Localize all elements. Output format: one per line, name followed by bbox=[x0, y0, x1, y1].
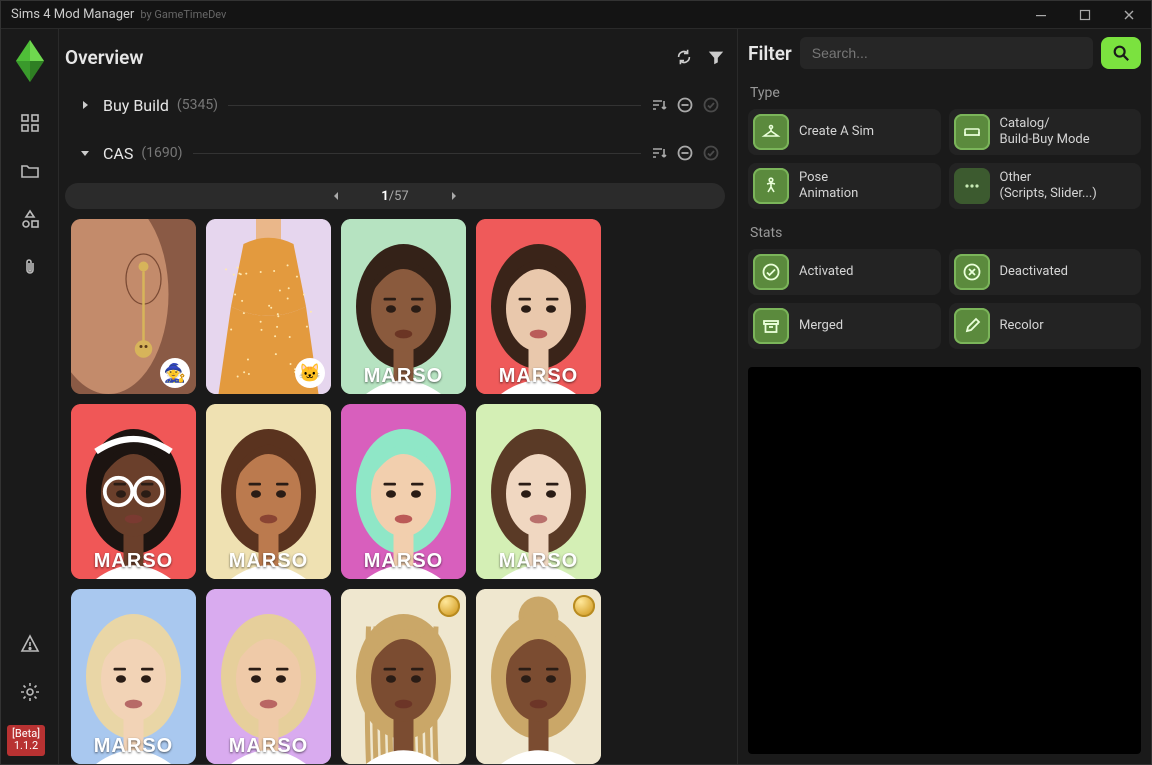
card-brand-label: MARSO bbox=[341, 365, 466, 388]
mod-card[interactable]: MARSO bbox=[476, 219, 601, 394]
titlebar: Sims 4 Mod Manager by GameTimeDev bbox=[1, 1, 1151, 29]
pager: 1/57 bbox=[65, 183, 725, 209]
mod-card[interactable]: MARSO bbox=[341, 219, 466, 394]
chevron-right-icon bbox=[79, 99, 93, 111]
filter-stats-activated[interactable]: Activated bbox=[748, 249, 941, 295]
mod-grid-scroll[interactable]: 🧙 🐱 MARSO bbox=[65, 219, 725, 764]
section-buy-build[interactable]: Buy Build (5345) bbox=[65, 85, 725, 125]
mod-card[interactable]: MARSO bbox=[341, 404, 466, 579]
mod-card[interactable] bbox=[341, 589, 466, 764]
chip-label: Other(Scripts, Slider...) bbox=[1000, 170, 1097, 201]
check-circle-icon[interactable] bbox=[703, 97, 719, 113]
check-icon bbox=[753, 254, 789, 290]
more-icon bbox=[954, 168, 990, 204]
coin-badge-icon bbox=[573, 595, 595, 617]
sort-icon[interactable] bbox=[651, 145, 667, 161]
chip-label: Activated bbox=[799, 264, 853, 280]
sidebar-folder[interactable] bbox=[10, 151, 50, 191]
mod-card[interactable]: MARSO bbox=[206, 589, 331, 764]
app-title: Sims 4 Mod Manager bbox=[11, 7, 134, 22]
search-input[interactable] bbox=[800, 37, 1093, 69]
chip-label: Create A Sim bbox=[799, 124, 874, 140]
x-circle-icon bbox=[954, 254, 990, 290]
filter-panel: Filter Type Create A Sim Catalog/Build-B… bbox=[737, 29, 1151, 764]
brush-icon bbox=[954, 308, 990, 344]
collapse-icon[interactable] bbox=[677, 145, 693, 161]
page-title: Overview bbox=[65, 46, 143, 69]
sticker-icon: 🧙 bbox=[160, 358, 190, 388]
main-header: Overview bbox=[65, 37, 725, 77]
filter-stats-merged[interactable]: Merged bbox=[748, 303, 941, 349]
mod-card[interactable]: MARSO bbox=[476, 404, 601, 579]
card-brand-label: MARSO bbox=[476, 365, 601, 388]
section-count: (1690) bbox=[141, 145, 182, 161]
archive-icon bbox=[753, 308, 789, 344]
section-title: CAS bbox=[103, 144, 133, 163]
page-indicator: 1/57 bbox=[381, 189, 408, 204]
collapse-icon[interactable] bbox=[677, 97, 693, 113]
sidebar: [Beta] 1.1.2 bbox=[1, 29, 59, 764]
sidebar-attachment[interactable] bbox=[10, 247, 50, 287]
plumbob-logo bbox=[9, 35, 51, 87]
refresh-button[interactable] bbox=[675, 48, 693, 66]
chevron-down-icon bbox=[79, 147, 93, 159]
mod-card[interactable]: MARSO bbox=[71, 404, 196, 579]
card-brand-label: MARSO bbox=[476, 550, 601, 573]
sort-icon[interactable] bbox=[651, 97, 667, 113]
stats-label: Stats bbox=[750, 225, 1141, 241]
chip-label: Merged bbox=[799, 318, 843, 334]
hanger-icon bbox=[753, 114, 789, 150]
mod-card[interactable]: 🐱 bbox=[206, 219, 331, 394]
card-brand-label: MARSO bbox=[206, 735, 331, 758]
chip-label: PoseAnimation bbox=[799, 170, 858, 201]
app-window: Sims 4 Mod Manager by GameTimeDev bbox=[0, 0, 1152, 765]
filter-type-catalog[interactable]: Catalog/Build-Buy Mode bbox=[949, 109, 1142, 155]
mod-card[interactable]: 🧙 bbox=[71, 219, 196, 394]
pose-icon bbox=[753, 168, 789, 204]
chip-label: Catalog/Build-Buy Mode bbox=[1000, 116, 1090, 147]
sofa-icon bbox=[954, 114, 990, 150]
page-prev[interactable] bbox=[331, 191, 341, 201]
close-button[interactable] bbox=[1107, 1, 1151, 29]
section-cas[interactable]: CAS (1690) bbox=[65, 133, 725, 173]
app-byline: by GameTimeDev bbox=[140, 8, 226, 21]
coin-badge-icon bbox=[438, 595, 460, 617]
chip-label: Recolor bbox=[1000, 318, 1044, 334]
mod-card[interactable]: MARSO bbox=[206, 404, 331, 579]
sidebar-shapes[interactable] bbox=[10, 199, 50, 239]
maximize-button[interactable] bbox=[1063, 1, 1107, 29]
section-title: Buy Build bbox=[103, 96, 169, 115]
page-next[interactable] bbox=[449, 191, 459, 201]
sidebar-settings[interactable] bbox=[10, 672, 50, 712]
mod-card[interactable]: MARSO bbox=[71, 589, 196, 764]
mod-card[interactable] bbox=[476, 589, 601, 764]
version-number: 1.1.2 bbox=[12, 740, 40, 753]
filter-stats-recolor[interactable]: Recolor bbox=[949, 303, 1142, 349]
version-badge: [Beta] 1.1.2 bbox=[7, 725, 45, 756]
card-brand-label: MARSO bbox=[206, 550, 331, 573]
filter-title: Filter bbox=[748, 42, 792, 65]
check-circle-icon[interactable] bbox=[703, 145, 719, 161]
card-brand-label: MARSO bbox=[71, 550, 196, 573]
filter-type-other[interactable]: Other(Scripts, Slider...) bbox=[949, 163, 1142, 209]
type-label: Type bbox=[750, 85, 1141, 101]
minimize-button[interactable] bbox=[1019, 1, 1063, 29]
filter-type-cas[interactable]: Create A Sim bbox=[748, 109, 941, 155]
filter-type-pose[interactable]: PoseAnimation bbox=[748, 163, 941, 209]
search-button[interactable] bbox=[1101, 37, 1141, 69]
sticker-icon: 🐱 bbox=[295, 358, 325, 388]
card-brand-label: MARSO bbox=[71, 735, 196, 758]
card-brand-label: MARSO bbox=[341, 550, 466, 573]
sidebar-overview[interactable] bbox=[10, 103, 50, 143]
filter-icon-button[interactable] bbox=[707, 48, 725, 66]
chip-label: Deactivated bbox=[1000, 264, 1068, 280]
filter-stats-deactivated[interactable]: Deactivated bbox=[949, 249, 1142, 295]
sidebar-warnings[interactable] bbox=[10, 624, 50, 664]
preview-pane bbox=[748, 367, 1141, 754]
mod-grid: 🧙 🐱 MARSO bbox=[65, 219, 725, 764]
main-panel: Overview Buy Build (5345) bbox=[59, 29, 737, 764]
section-count: (5345) bbox=[177, 97, 218, 113]
